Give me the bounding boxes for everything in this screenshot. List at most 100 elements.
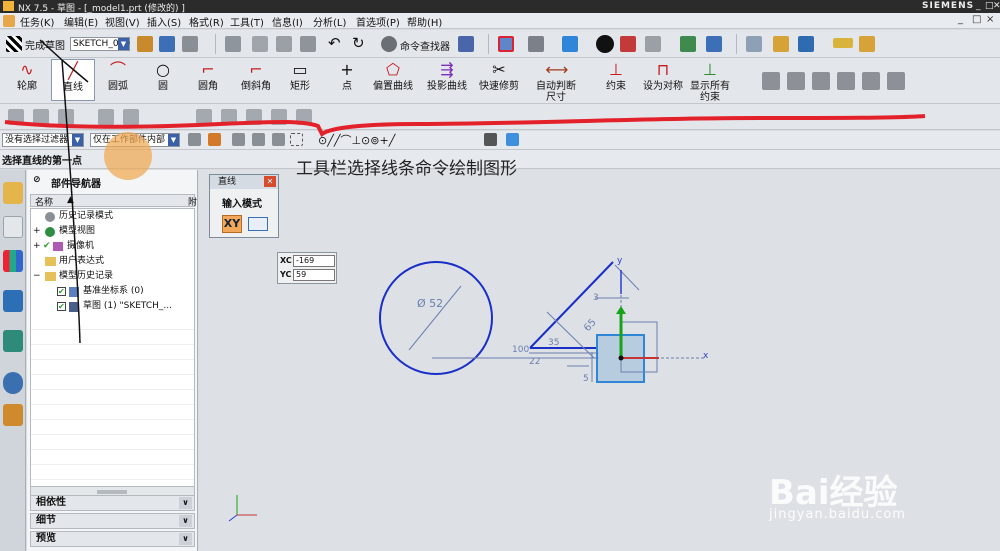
quick-trim-button[interactable]: ✂ 快速修剪 — [477, 59, 521, 101]
show-all-constraints-button[interactable]: ⊥ 显示所有约束 — [688, 59, 732, 103]
preview-panel[interactable]: 预览 ∨ — [30, 531, 195, 547]
doc-close-button[interactable]: × — [986, 14, 994, 25]
details-panel[interactable]: 细节 ∨ — [30, 513, 195, 529]
menu-format[interactable]: 格式(R) — [189, 14, 224, 29]
constraint-navigator-icon[interactable] — [3, 216, 23, 238]
xy-mode-button[interactable]: XY — [222, 215, 242, 233]
hd3d-tools-icon[interactable] — [3, 330, 23, 352]
menu-analysis[interactable]: 分析(L) — [313, 14, 346, 29]
dim-label-5[interactable]: 5 — [583, 374, 589, 384]
make-symmetric-button[interactable]: ⊓ 设为对称 — [640, 59, 686, 101]
dim-label-35[interactable]: 35 — [548, 338, 559, 348]
constraint-button[interactable]: ⊥ 约束 — [599, 59, 633, 101]
save-icon[interactable] — [225, 36, 241, 52]
snap-point-icons[interactable]: ⊙╱╱⌒⊥⊙⊚+╱ — [318, 132, 395, 148]
view-cube-icon[interactable] — [506, 133, 519, 146]
paste-icon[interactable] — [300, 36, 316, 52]
undo-icon[interactable]: ↶ — [328, 34, 341, 52]
tree-row[interactable]: 历史记录模式 — [31, 209, 194, 224]
feature-icon-2[interactable] — [787, 72, 805, 90]
scope-select[interactable]: 仅在工作部件内部 ▼ — [90, 133, 180, 147]
sketch-name-select[interactable]: SKETCH_000 ▼ — [70, 37, 130, 51]
offset-curve-button[interactable]: ⬠ 偏置曲线 — [371, 59, 415, 101]
snap-toggle-icon[interactable] — [232, 133, 245, 146]
expand-icon[interactable]: + — [33, 239, 41, 254]
grid-icon[interactable] — [484, 133, 497, 146]
feature-icon-4[interactable] — [837, 72, 855, 90]
command-finder-button[interactable]: 命令查找器 — [400, 38, 450, 53]
profile-button[interactable]: ∿ 轮廓 — [10, 59, 44, 101]
section-icon[interactable] — [620, 36, 636, 52]
circle-button[interactable]: ○ 圆 — [146, 59, 180, 101]
collapse-icon[interactable]: − — [33, 269, 41, 284]
measure-icon[interactable] — [833, 38, 853, 48]
feature-icon-5[interactable] — [862, 72, 880, 90]
pin-icon[interactable]: ⊘ — [33, 175, 41, 185]
col-attach[interactable]: 附 — [188, 195, 197, 208]
rectangle-select-icon[interactable] — [272, 133, 285, 146]
expand-icon[interactable]: + — [33, 224, 41, 239]
tree-row[interactable]: + ✔ 摄像机 — [31, 239, 194, 254]
menu-preferences[interactable]: 首选项(P) — [356, 14, 400, 29]
copy-icon[interactable] — [276, 36, 292, 52]
layers-icon[interactable] — [746, 36, 762, 52]
move-icon[interactable] — [706, 36, 722, 52]
edit-icon-7[interactable] — [221, 109, 237, 125]
checkbox[interactable]: ✔ — [57, 302, 66, 311]
update-model-icon[interactable] — [182, 36, 198, 52]
dim-label-3[interactable]: 3 — [593, 293, 599, 303]
line-button[interactable]: ╱ 直线 — [51, 59, 95, 101]
menu-tools[interactable]: 工具(T) — [230, 14, 264, 29]
feature-icon-6[interactable] — [887, 72, 905, 90]
selection-mode-icon[interactable] — [252, 133, 265, 146]
dim-label-22[interactable]: 22 — [529, 357, 540, 367]
edit-icon-6[interactable] — [196, 109, 212, 125]
menu-view[interactable]: 视图(V) — [105, 14, 140, 29]
col-name[interactable]: 名称 — [35, 195, 53, 208]
fillet-button[interactable]: ⌐ 圆角 — [191, 59, 225, 101]
edit-icon-8[interactable] — [246, 109, 262, 125]
menu-help[interactable]: 帮助(H) — [407, 14, 442, 29]
minimize-button[interactable]: _ — [976, 1, 981, 11]
shaded-cube-icon[interactable] — [562, 36, 578, 52]
tree-row[interactable]: ✔ 基准坐标系 (0) — [31, 284, 194, 299]
snap-view-icon[interactable] — [596, 35, 614, 53]
feature-icon-1[interactable] — [762, 72, 780, 90]
part-navigator-icon[interactable] — [3, 250, 23, 272]
tree-row[interactable]: − 模型历史记录 — [31, 269, 194, 284]
roles-icon[interactable] — [3, 404, 23, 426]
graphics-window[interactable]: Ø 52 100 65 3 35 22 5 x y Bai经验 jingyan.… — [199, 170, 1000, 551]
cut-icon[interactable] — [252, 36, 268, 52]
select-all-icon[interactable] — [208, 133, 221, 146]
tree-row[interactable]: ✔ 草图 (1) "SKETCH_... — [31, 299, 194, 314]
feature-icon-3[interactable] — [812, 72, 830, 90]
lasso-icon[interactable] — [290, 133, 303, 146]
edit-icon-4[interactable] — [98, 109, 114, 125]
dependencies-panel[interactable]: 相依性 ∨ — [30, 495, 195, 511]
yc-field[interactable]: 59 — [293, 269, 335, 281]
parameter-mode-button[interactable] — [248, 217, 268, 231]
fit-view-icon[interactable] — [498, 36, 514, 52]
redo-icon[interactable]: ↻ — [352, 34, 365, 52]
selection-icon[interactable] — [798, 36, 814, 52]
render-style-icon[interactable] — [528, 36, 544, 52]
edit-icon-1[interactable] — [8, 109, 24, 125]
close-icon[interactable]: ✕ — [264, 176, 276, 187]
dim-label-100[interactable]: 100 — [512, 345, 529, 355]
tree-row[interactable]: 用户表达式 — [31, 254, 194, 269]
arc-button[interactable]: ⌒ 圆弧 — [100, 59, 136, 101]
tree-row[interactable]: + 模型视图 — [31, 224, 194, 239]
reattach-icon[interactable] — [159, 36, 175, 52]
dim-circle-label[interactable]: Ø 52 — [417, 297, 443, 310]
type-filter-select[interactable]: 没有选择过滤器 ▼ — [2, 133, 84, 147]
mirror-icon[interactable] — [680, 36, 696, 52]
menu-insert[interactable]: 插入(S) — [147, 14, 181, 29]
edit-icon-10[interactable] — [296, 109, 312, 125]
filter-settings-icon[interactable] — [188, 133, 201, 146]
wcs-icon[interactable] — [645, 36, 661, 52]
analysis-icon[interactable] — [773, 36, 789, 52]
edit-icon-2[interactable] — [33, 109, 49, 125]
edit-icon-9[interactable] — [271, 109, 287, 125]
doc-minimize-button[interactable]: _ — [958, 14, 963, 25]
rectangle-button[interactable]: ▭ 矩形 — [283, 59, 317, 101]
